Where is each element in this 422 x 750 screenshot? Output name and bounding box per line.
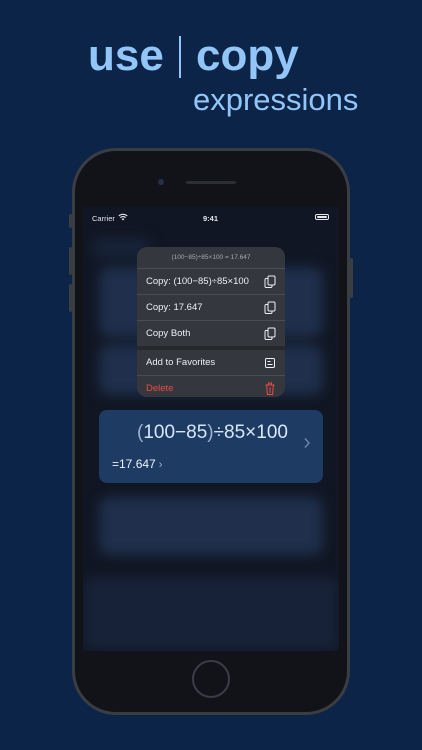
phone-power-button — [350, 258, 353, 298]
phone-volume-down — [69, 284, 72, 312]
chevron-right-icon[interactable] — [303, 437, 311, 449]
phone-volume-up — [69, 247, 72, 275]
expression-card[interactable]: (100−85)÷85×100 =17.647 › — [99, 410, 323, 483]
menu-item-label: Add to Favorites — [146, 357, 216, 368]
phone-mute-switch — [69, 214, 72, 228]
result-value: =17.647 — [112, 457, 156, 471]
headline-copy: copy — [196, 31, 299, 80]
earpiece-speaker — [186, 181, 236, 184]
menu-preview-header: (100−85)÷85×100 = 17.647 — [137, 247, 285, 269]
menu-item-delete[interactable]: Delete — [137, 376, 285, 397]
favorites-icon — [265, 358, 275, 368]
headline: use copy expressions — [0, 0, 422, 140]
menu-item-copy-both[interactable]: Copy Both — [137, 321, 285, 350]
result-chevron: › — [158, 459, 163, 471]
front-camera — [158, 179, 164, 185]
battery-icon — [315, 214, 329, 220]
headline-use: use — [88, 31, 164, 80]
menu-item-label: Copy: (100−85)÷85×100 — [146, 276, 249, 287]
card-result[interactable]: =17.647 › — [112, 457, 162, 471]
menu-item-label: Copy Both — [146, 328, 191, 339]
headline-expressions: expressions — [193, 82, 359, 117]
expression-rest: ÷85×100 — [213, 422, 288, 443]
copy-icon — [264, 275, 276, 288]
menu-item-label: Copy: 17.647 — [146, 302, 203, 313]
menu-item-add-to-favorites[interactable]: Add to Favorites — [137, 350, 285, 376]
carrier-label: Carrier — [92, 214, 115, 223]
status-time: 9:41 — [203, 214, 219, 223]
menu-item-label: Delete — [146, 383, 174, 394]
expression-inner: 100−85 — [143, 422, 208, 443]
copy-icon — [264, 327, 276, 340]
trash-icon — [265, 382, 275, 395]
status-bar: Carrier 9:41 — [83, 207, 339, 227]
menu-item-copy-result[interactable]: Copy: 17.647 — [137, 295, 285, 321]
wifi-icon — [118, 213, 128, 221]
context-menu: (100−85)÷85×100 = 17.647 Copy: (100−85)÷… — [137, 247, 285, 397]
card-expression: (100−85)÷85×100 — [137, 422, 288, 444]
headline-separator — [179, 36, 181, 78]
home-button[interactable] — [192, 660, 230, 698]
menu-item-copy-expression[interactable]: Copy: (100−85)÷85×100 — [137, 269, 285, 295]
copy-icon — [264, 301, 276, 314]
phone-screen: Carrier 9:41 (100−85)÷85×100 = 17.647 Co… — [83, 207, 339, 651]
